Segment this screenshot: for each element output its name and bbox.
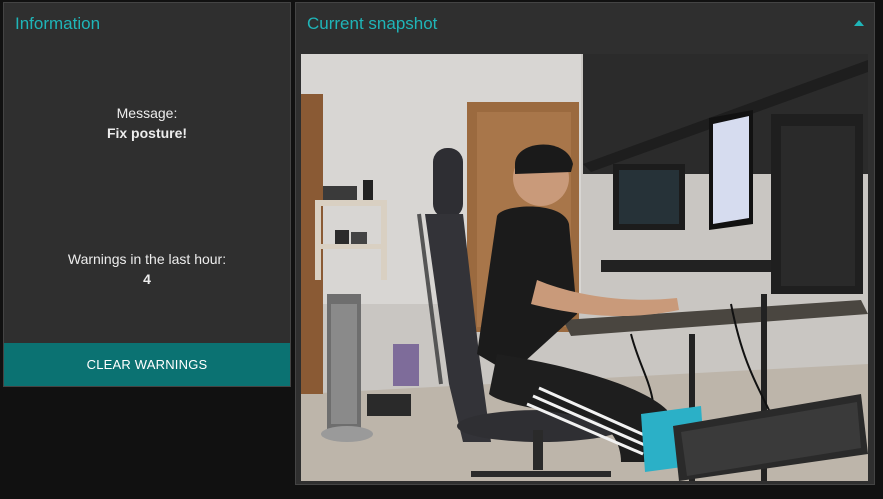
snapshot-panel: Current snapshot xyxy=(295,2,875,485)
warnings-count: 4 xyxy=(143,271,151,287)
clear-warnings-button[interactable]: CLEAR WARNINGS xyxy=(4,343,290,386)
message-block: Message: Fix posture! xyxy=(4,103,290,143)
information-panel: Information Message: Fix posture! Warnin… xyxy=(3,2,291,387)
message-label: Message: xyxy=(116,105,178,121)
snapshot-title: Current snapshot xyxy=(307,14,438,33)
snapshot-image xyxy=(301,54,868,481)
chevron-up-icon[interactable] xyxy=(854,20,864,26)
message-value: Fix posture! xyxy=(106,125,188,141)
information-title: Information xyxy=(15,14,101,33)
warnings-block: Warnings in the last hour: 4 xyxy=(4,249,290,289)
warnings-label: Warnings in the last hour: xyxy=(67,251,227,267)
